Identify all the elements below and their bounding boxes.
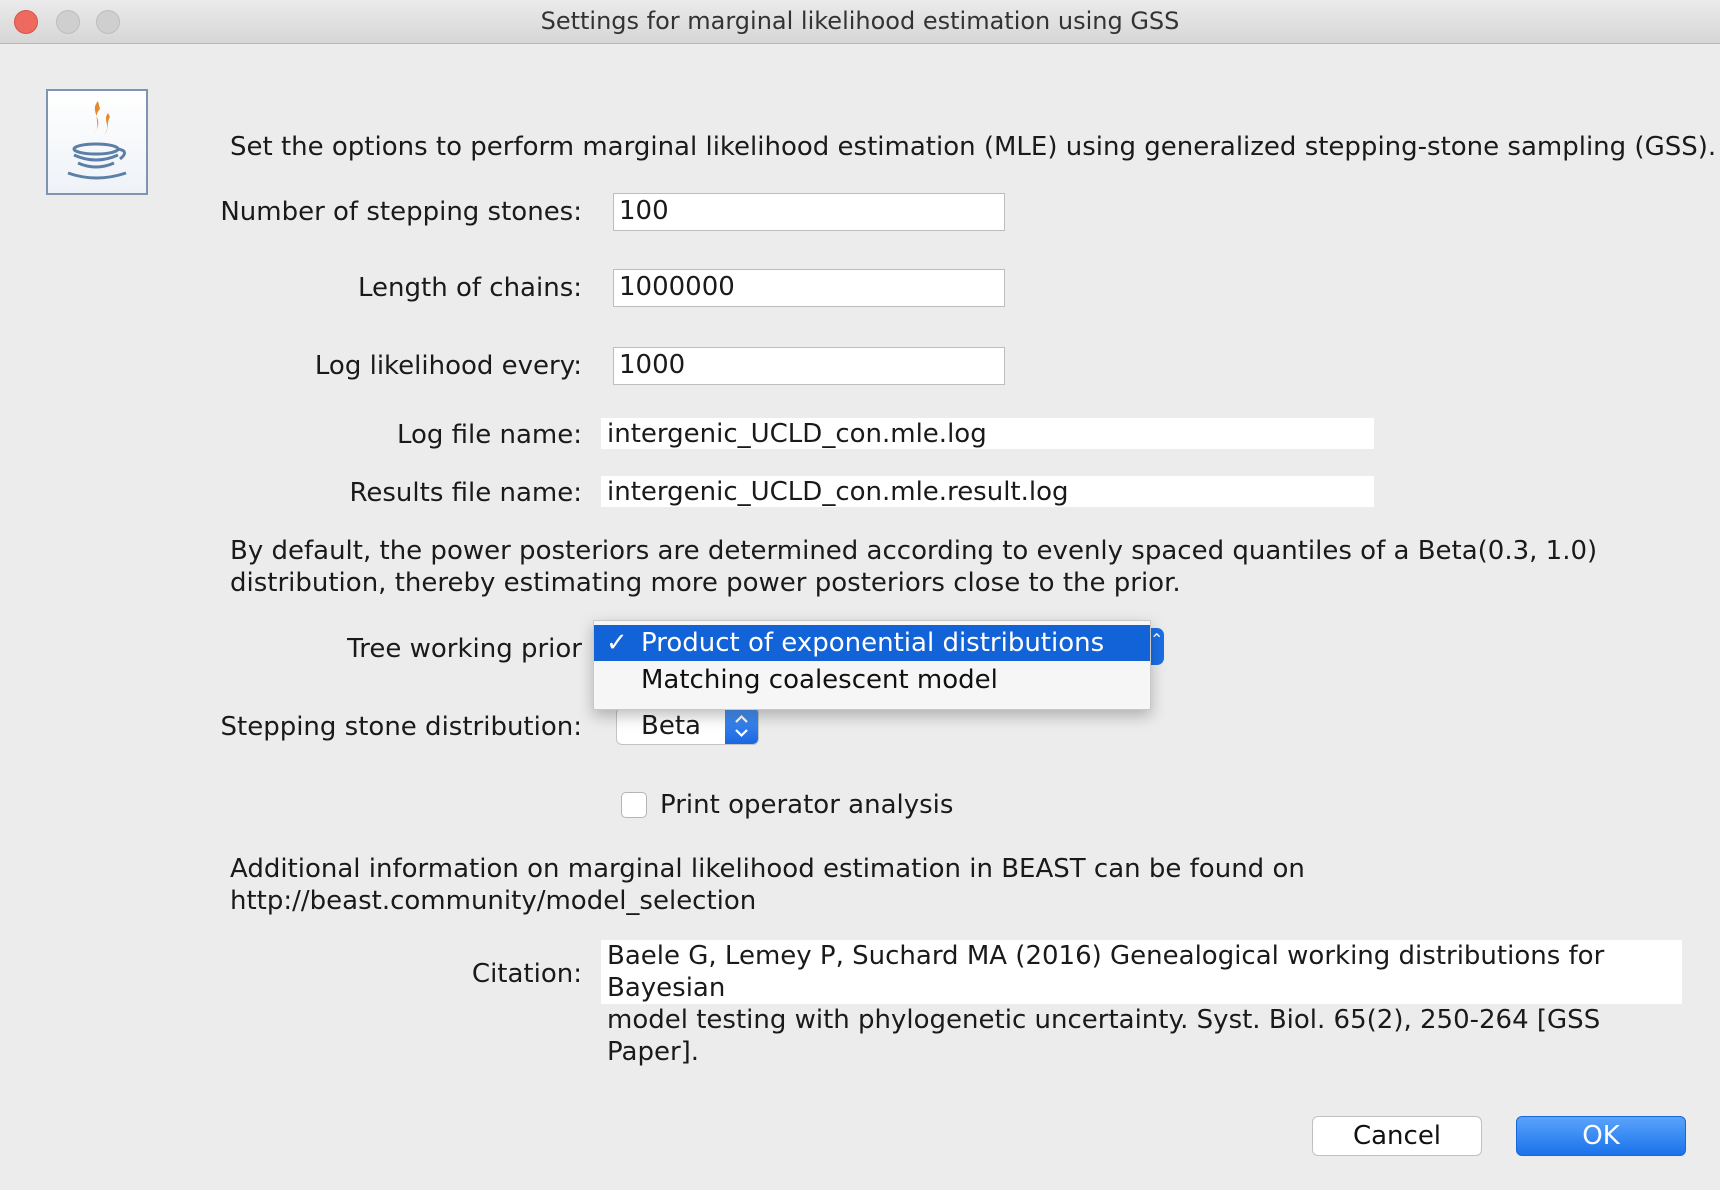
checkmark-icon: ✓ [606,628,628,658]
stepping-distribution-value: Beta [641,711,701,741]
intro-text: Set the options to perform marginal like… [230,132,1717,162]
chain-length-input[interactable]: 1000000 [613,269,1005,307]
log-file-label: Log file name: [396,420,582,450]
citation-box: Baele G, Lemey P, Suchard MA (2016) Gene… [601,940,1682,1067]
tree-prior-option-coalescent[interactable]: Matching coalescent model [594,662,1150,698]
chevron-icon: ⌃ [1150,630,1164,649]
tree-prior-option-exponential[interactable]: ✓ Product of exponential distributions [594,625,1150,661]
title-bar: Settings for marginal likelihood estimat… [0,0,1720,44]
stepping-stones-label: Number of stepping stones: [220,197,582,227]
chain-length-label: Length of chains: [358,273,582,303]
log-file-value: intergenic_UCLD_con.mle.log [601,418,1374,449]
option-label: Matching coalescent model [641,665,998,695]
citation-label: Citation: [471,959,582,989]
stepping-distribution-select[interactable]: Beta [616,707,759,745]
log-every-input[interactable]: 1000 [613,347,1005,385]
java-coffee-cup-icon [46,89,148,195]
default-note-line2: distribution, thereby estimating more po… [230,568,1181,598]
stepping-stones-input[interactable]: 100 [613,193,1005,231]
tree-prior-label: Tree working prior [347,634,582,664]
cancel-button[interactable]: Cancel [1312,1116,1482,1156]
tree-prior-popup-menu: ✓ Product of exponential distributions M… [593,620,1151,710]
option-label: Product of exponential distributions [641,628,1105,658]
print-operator-checkbox[interactable] [621,792,647,818]
default-note-line1: By default, the power posteriors are det… [230,536,1598,566]
additional-info-link[interactable]: http://beast.community/model_selection [230,885,756,917]
stepping-distribution-label: Stepping stone distribution: [220,712,583,742]
window-title: Settings for marginal likelihood estimat… [540,7,1180,35]
results-file-label: Results file name: [349,478,582,508]
log-every-label: Log likelihood every: [314,351,582,381]
results-file-value: intergenic_UCLD_con.mle.result.log [601,476,1374,507]
additional-info-line1: Additional information on marginal likel… [230,854,1305,884]
citation-line1: Baele G, Lemey P, Suchard MA (2016) Gene… [607,941,1605,1003]
print-operator-label[interactable]: Print operator analysis [660,789,953,821]
ok-button[interactable]: OK [1516,1116,1686,1156]
chevron-up-down-icon [725,708,758,744]
citation-line2: model testing with phylogenetic uncertai… [607,1005,1601,1067]
